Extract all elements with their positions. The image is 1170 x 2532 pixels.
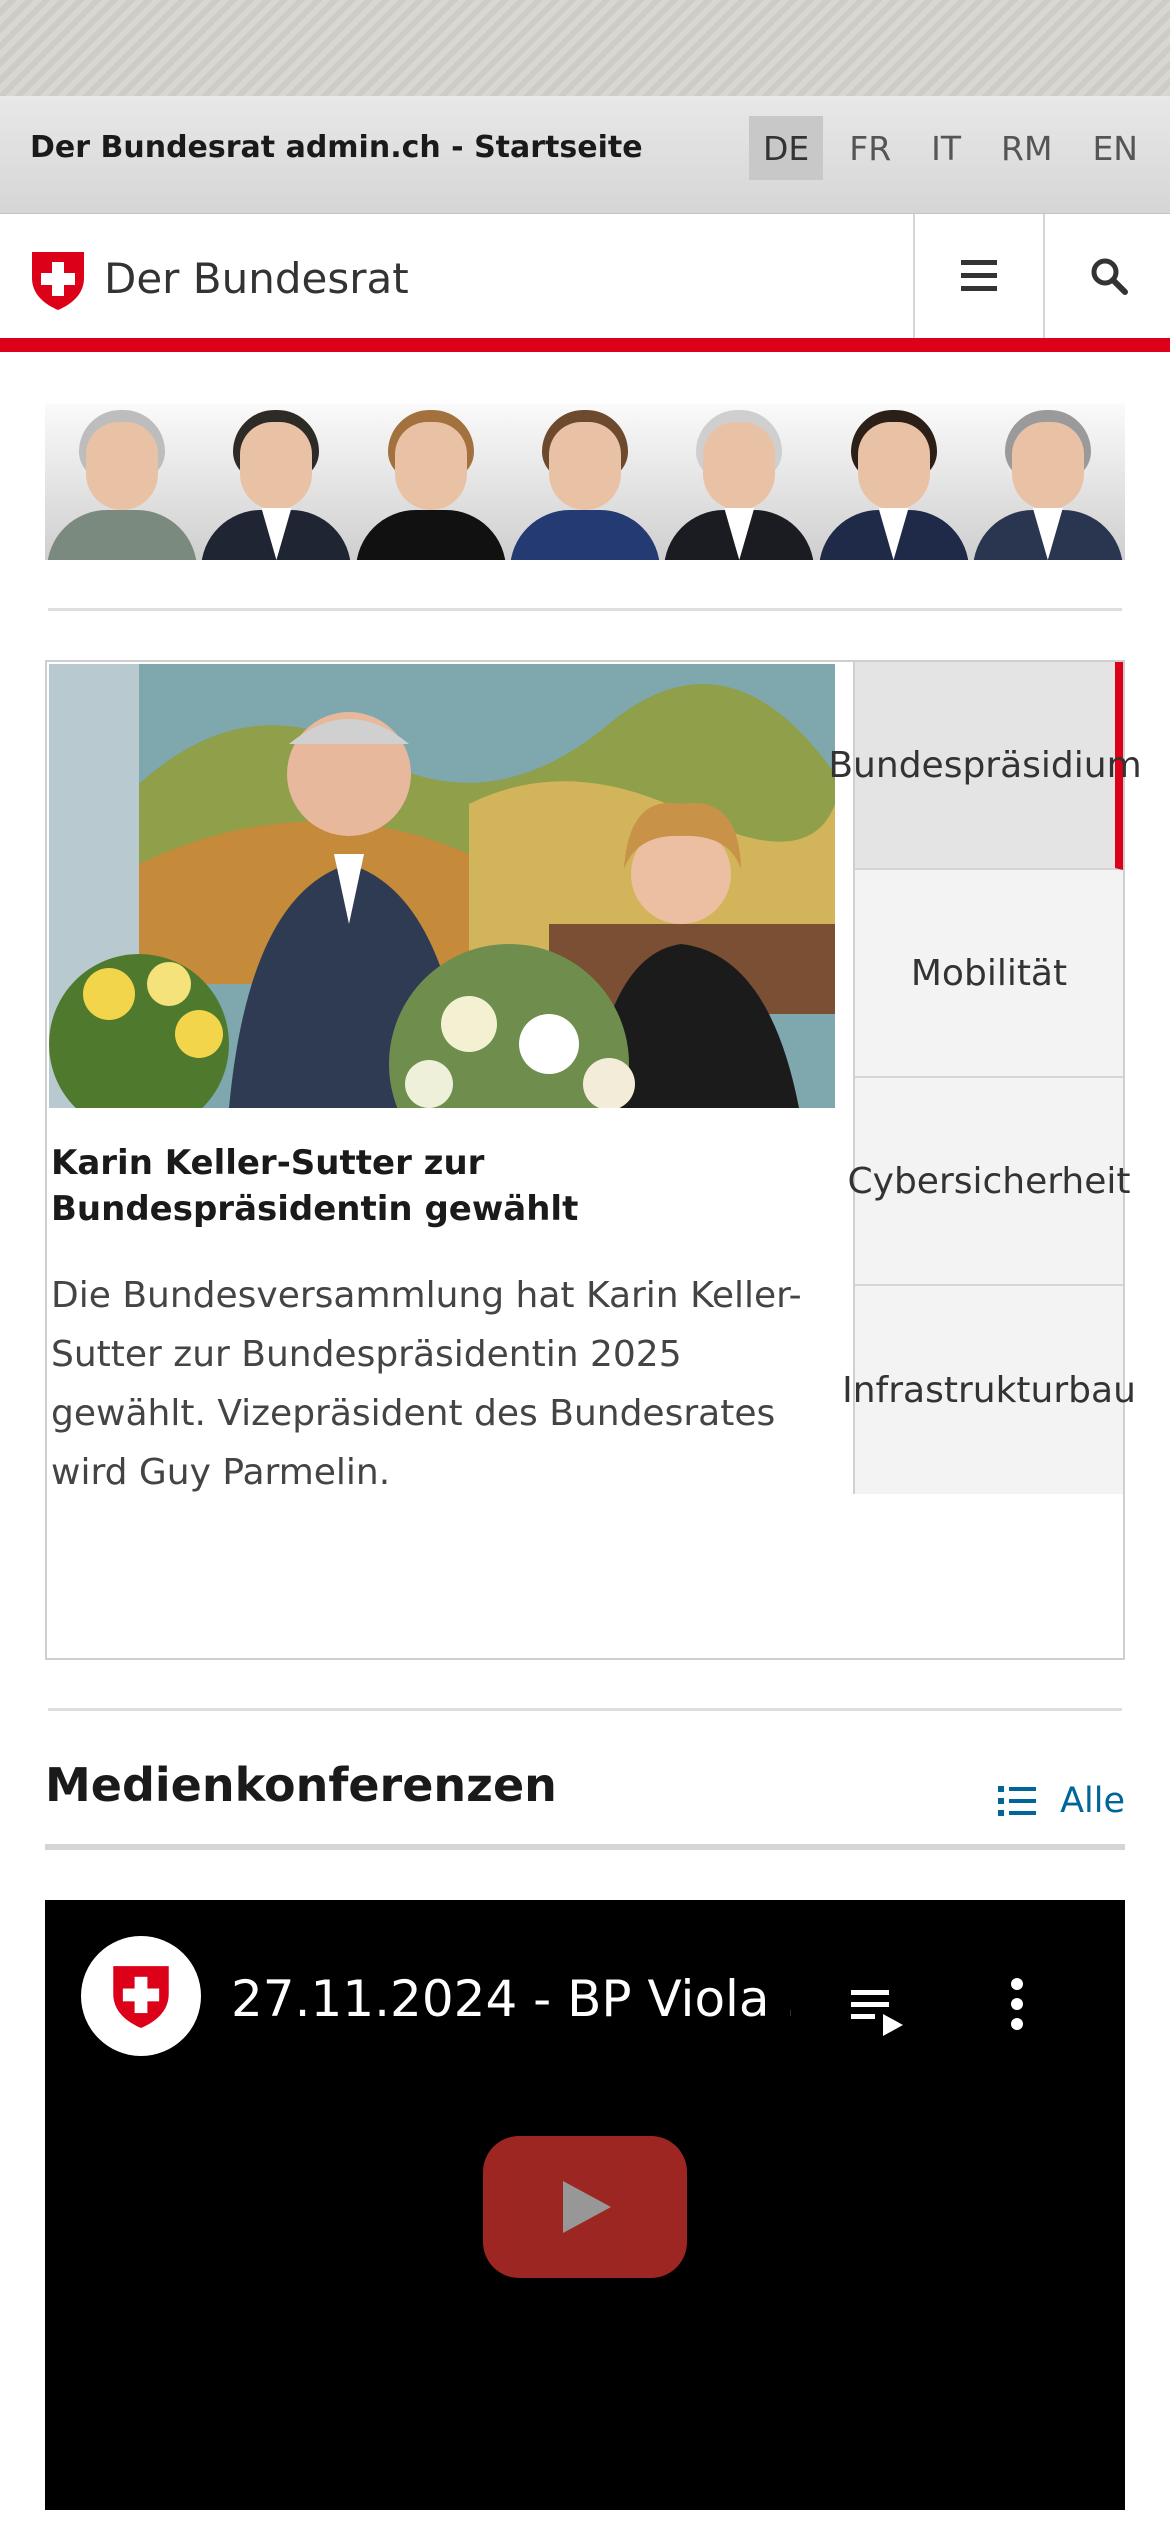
tab-cybersicherheit[interactable]: Cybersicherheit [848,1078,1131,1286]
header-accent-line [0,338,1170,352]
top-bar: Der Bundesrat admin.ch - Startseite DE F… [0,96,1170,214]
portrait [662,404,816,560]
all-link-label: Alle [1060,1781,1125,1821]
portrait [45,404,199,560]
brand-name[interactable]: Der Bundesrat [104,254,409,303]
video-player[interactable]: 27.11.2024 - BP Viola ... [45,1900,1125,2510]
list-icon [998,1786,1037,1816]
tab-mobilitaet[interactable]: Mobilität [853,870,1123,1078]
search-icon [1091,258,1128,295]
news-teaser-text: Die Bundesversammlung hat Karin Keller-S… [51,1275,802,1493]
all-media-link[interactable]: Alle [998,1778,1125,1824]
playlist-icon[interactable] [847,1980,907,2040]
status-bar-strip [0,0,1170,96]
portrait [199,404,353,560]
play-icon [563,2181,611,2233]
section-underline [45,1844,1125,1850]
lang-de[interactable]: DE [748,116,824,180]
site-header: Der Bundesrat [0,214,1170,338]
section-divider [48,1708,1122,1711]
news-carousel: Karin Keller-Sutter zur Bundespräsidenti… [45,660,1142,1660]
portrait [816,404,970,560]
portrait [354,404,508,560]
menu-button[interactable] [913,214,1043,338]
swiss-coat-of-arms-icon[interactable] [28,248,88,312]
lang-fr[interactable]: FR [835,116,905,180]
media-conferences-heading: Medienkonferenzen [45,1758,557,1812]
more-vertical-icon[interactable] [1005,1974,1029,2034]
portrait [508,404,662,560]
federal-council-portraits[interactable] [45,404,1125,560]
hamburger-menu-icon [961,260,997,291]
lang-rm[interactable]: RM [987,116,1066,180]
play-button[interactable] [483,2136,687,2278]
video-title[interactable]: 27.11.2024 - BP Viola ... [231,1970,791,2028]
tab-infrastrukturbau[interactable]: Infrastrukturbau [842,1286,1136,1494]
tab-bundespraesidium[interactable]: Bundespräsidium [828,662,1142,870]
news-hero-image[interactable] [49,664,835,1108]
lang-en[interactable]: EN [1078,116,1152,180]
portrait [971,404,1125,560]
search-button[interactable] [1043,214,1170,338]
channel-avatar[interactable] [81,1936,201,2056]
swiss-coat-of-arms-icon [113,1966,169,2028]
lang-it[interactable]: IT [917,116,975,180]
section-divider [48,608,1122,611]
language-switcher: DE FR IT RM EN [737,116,1152,180]
hero-photo-illustration [49,664,835,1108]
news-headline[interactable]: Karin Keller-Sutter zur Bundespräsidenti… [51,1140,851,1232]
site-home-link[interactable]: Der Bundesrat admin.ch - Startseite [30,130,643,165]
